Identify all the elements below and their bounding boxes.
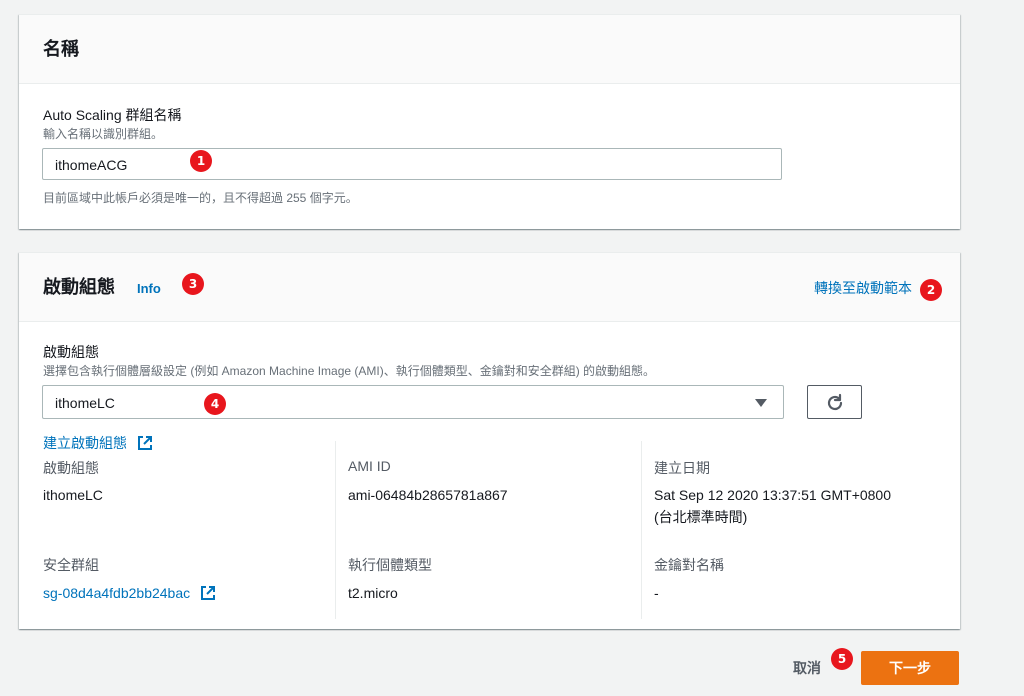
launch-config-key: 啟動組態 [43,460,99,476]
annotation-badge-2: 2 [920,279,942,301]
key-pair-key: 金鑰對名稱 [654,557,724,573]
launch-config-panel-title: 啟動組態 [43,277,115,297]
asg-name-description: 輸入名稱以識別群組。 [43,127,164,141]
name-panel: 名稱 Auto Scaling 群組名稱 輸入名稱以識別群組。 ithomeAC… [19,14,960,229]
create-launch-config-label: 建立啟動組態 [43,435,127,451]
external-link-icon [201,586,216,600]
security-group-link[interactable]: sg-08d4a4fdb2bb24bac [43,585,216,601]
instance-type-key: 執行個體類型 [348,557,432,573]
created-date-value: Sat Sep 12 2020 13:37:51 GMT+0800 [654,487,892,503]
created-date-timezone: (台北標準時間) [654,509,748,525]
page: 名稱 Auto Scaling 群組名稱 輸入名稱以識別群組。 ithomeAC… [0,0,1024,696]
caret-down-icon [755,399,767,407]
launch-config-description: 選擇包含執行個體層級設定 (例如 Amazon Machine Image (A… [43,364,656,378]
external-link-icon [137,436,152,450]
launch-config-label: 啟動組態 [43,344,99,360]
asg-name-constraint: 目前區域中此帳戶必須是唯一的，且不得超過 255 個字元。 [43,191,358,205]
launch-config-panel: 啟動組態 Info 轉換至啟動範本 啟動組態 選擇包含執行個體層級設定 (例如 … [19,252,960,629]
asg-name-label: Auto Scaling 群組名稱 [43,107,182,123]
create-launch-config-link[interactable]: 建立啟動組態 [43,433,153,453]
name-panel-header: 名稱 [19,15,960,84]
launch-config-select-value: ithomeLC [55,395,115,411]
column-divider [335,441,336,619]
column-divider [641,441,642,619]
launch-config-select[interactable]: ithomeLC [42,385,784,419]
annotation-badge-4: 4 [204,393,226,415]
instance-type-value: t2.micro [348,585,398,601]
name-panel-title: 名稱 [43,39,79,59]
annotation-badge-3: 3 [182,273,204,295]
security-group-value: sg-08d4a4fdb2bb24bac [43,585,191,601]
launch-config-panel-header: 啟動組態 Info 轉換至啟動範本 [19,253,960,322]
annotation-badge-5: 5 [831,648,853,670]
annotation-badge-1: 1 [190,150,212,172]
refresh-icon [827,393,843,411]
created-date-key: 建立日期 [654,460,710,476]
key-pair-value: - [654,585,659,601]
switch-to-launch-template-link[interactable]: 轉換至啟動範本 [814,278,912,298]
asg-name-input-value: ithomeACG [55,157,128,173]
info-link[interactable]: Info [137,281,161,296]
refresh-button[interactable] [807,385,862,419]
security-group-key: 安全群組 [43,557,99,573]
launch-config-value: ithomeLC [43,487,103,503]
cancel-button[interactable]: 取消 [793,658,821,678]
ami-id-value: ami-06484b2865781a867 [348,487,508,503]
asg-name-input[interactable]: ithomeACG [42,148,782,180]
next-button[interactable]: 下一步 [861,651,959,685]
ami-id-key: AMI ID [348,458,391,474]
